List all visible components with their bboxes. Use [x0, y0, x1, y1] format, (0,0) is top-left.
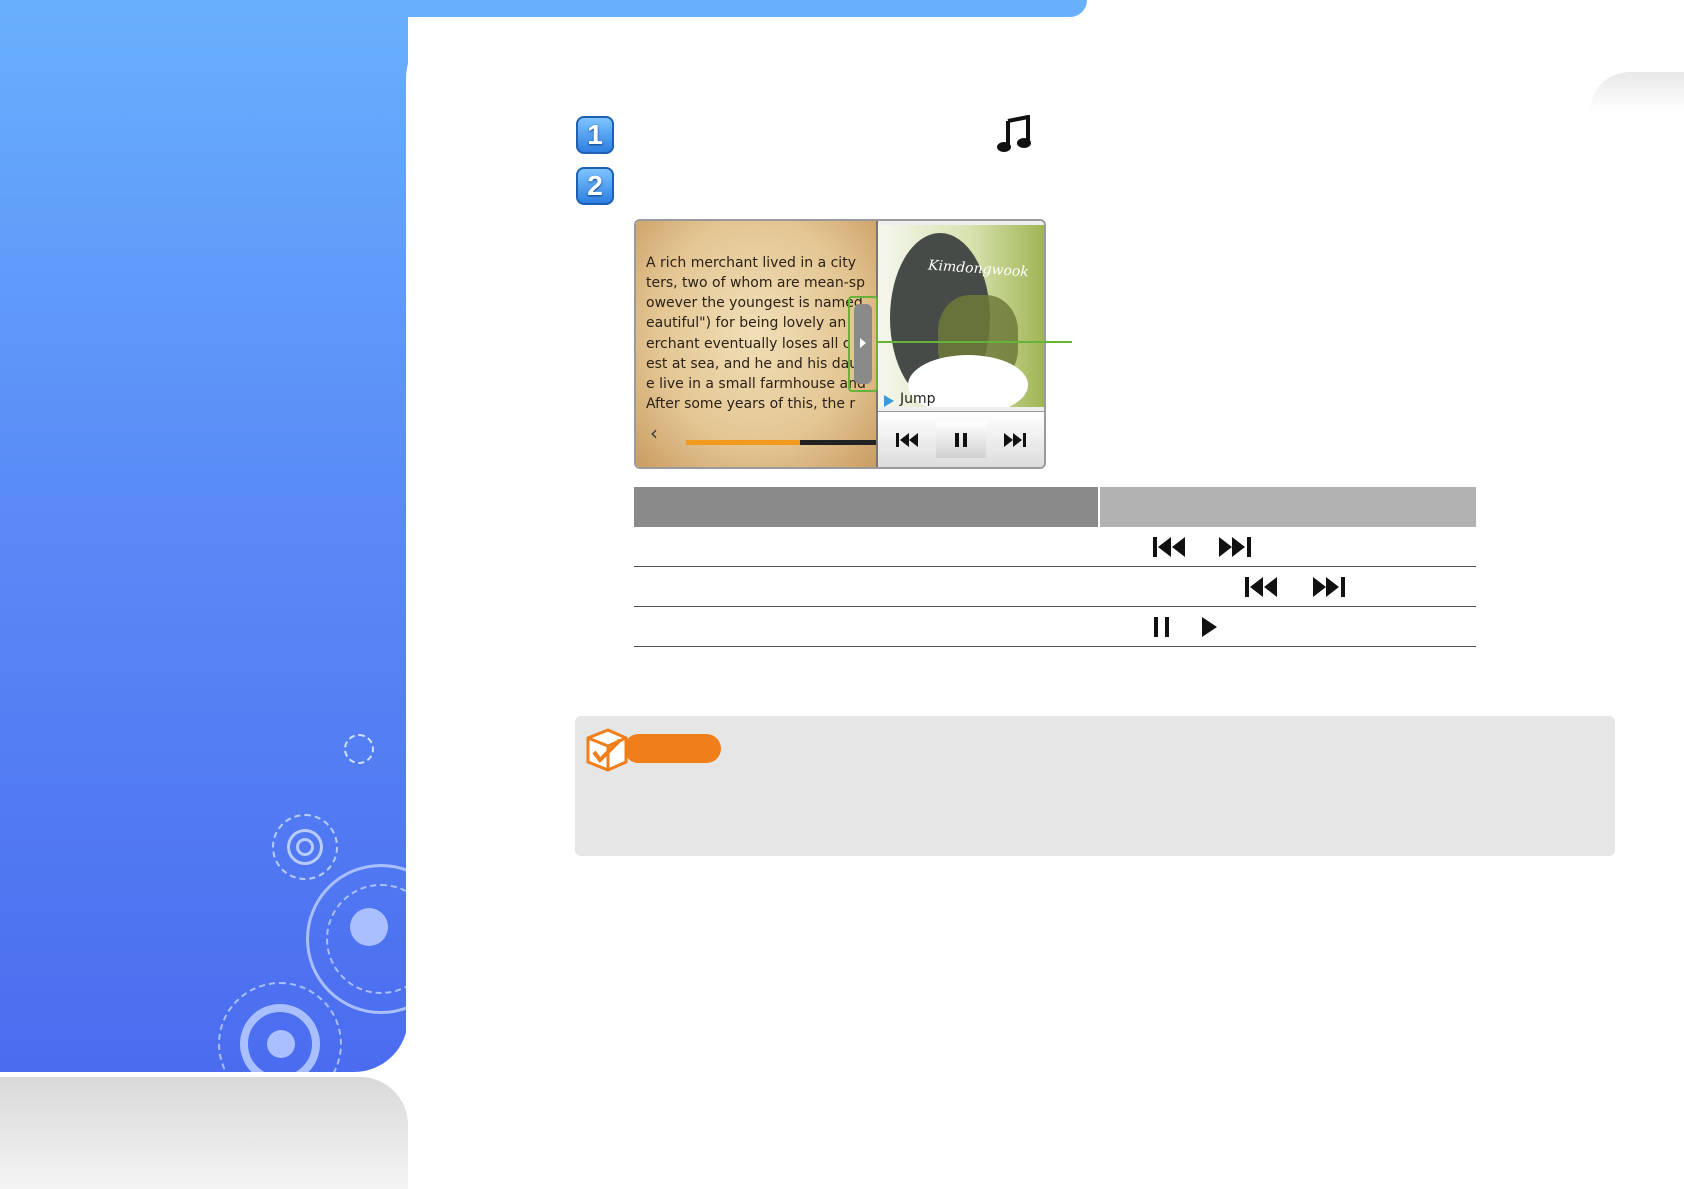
pause-button[interactable] [936, 422, 986, 458]
next-track-icon [1004, 433, 1026, 447]
next-track-icon [1219, 537, 1251, 557]
table-row [634, 567, 1476, 607]
note-checkbox-icon [586, 728, 628, 772]
book-text-line: est at sea, and he and his dau [646, 356, 859, 372]
table-header [634, 487, 1476, 527]
note-box [575, 716, 1615, 856]
pause-icon [1154, 617, 1169, 637]
step-1-badge: 1 [576, 116, 614, 154]
table-row [634, 607, 1476, 647]
jump-label[interactable]: Jump [900, 391, 936, 407]
bottom-left-gray-panel [0, 1077, 408, 1189]
play-icon [1202, 617, 1217, 637]
reading-progress-bar[interactable] [686, 440, 876, 445]
step-2-badge: 2 [576, 167, 614, 205]
book-text-line: ters, two of whom are mean-sp [646, 275, 865, 291]
previous-track-button[interactable] [882, 422, 932, 458]
controls-table [634, 487, 1476, 647]
deco-ring [267, 1030, 295, 1058]
book-text-line: owever the youngest is named [646, 295, 863, 311]
book-text-line: After some years of this, the r [646, 396, 856, 412]
left-sidebar-panel [0, 0, 408, 1072]
previous-track-icon [1153, 537, 1185, 557]
book-text-line: erchant eventually loses all c [646, 336, 851, 352]
reading-progress-fill [686, 440, 800, 445]
previous-track-icon [896, 433, 918, 447]
book-text-line: eautiful") for being lovely an [646, 315, 847, 331]
deco-ring [344, 734, 374, 764]
music-note-icon [997, 115, 1031, 152]
table-header-cell [634, 487, 1098, 527]
player-control-bar [878, 411, 1044, 467]
next-track-icon [1313, 577, 1345, 597]
table-header-cell [1100, 487, 1476, 527]
pause-icon [955, 433, 967, 447]
book-text-line: e live in a small farmhouse and [646, 376, 866, 392]
music-player-pane: Kimdongwook Jump [876, 221, 1044, 467]
callout-line [878, 341, 1072, 343]
album-art: Kimdongwook Jump [878, 225, 1044, 407]
back-chevron-icon[interactable]: ‹ [650, 421, 658, 445]
table-row [634, 527, 1476, 567]
ebook-page: A rich merchant lived in a city ters, tw… [636, 221, 876, 467]
deco-ring [296, 838, 314, 856]
note-label-pill [624, 734, 721, 763]
previous-track-icon [1245, 577, 1277, 597]
book-text-line: A rich merchant lived in a city [646, 255, 856, 271]
player-slide-handle[interactable] [848, 296, 878, 392]
deco-ring [350, 908, 388, 946]
jump-arrow-icon [884, 395, 894, 407]
next-track-button[interactable] [990, 422, 1040, 458]
slide-handle-tab[interactable] [854, 304, 872, 384]
device-screenshot: A rich merchant lived in a city ters, tw… [634, 219, 1046, 469]
